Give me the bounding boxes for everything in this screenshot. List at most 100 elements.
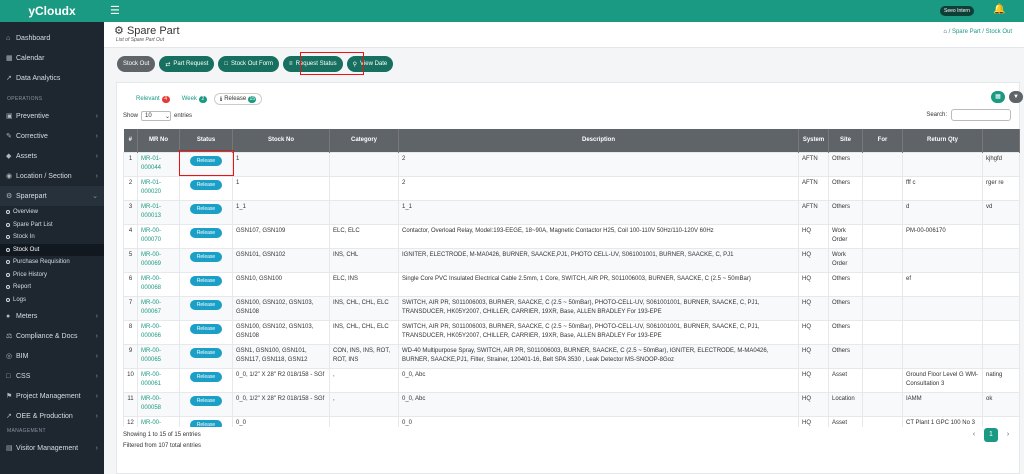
table-row[interactable]: 9 MR-00-000065 Release GSN1, GSN100, GSN101…: [123, 343, 1020, 369]
sidebar-item-visitor-management[interactable]: ▤ Visitor Management ›: [0, 438, 104, 458]
mr-number-link[interactable]: MR-01-000013: [137, 199, 180, 225]
sidebar-item-data-analytics[interactable]: ↗ Data Analytics: [0, 68, 104, 88]
column-header[interactable]: #: [123, 129, 138, 152]
sidebar-item-label: OEE & Production: [16, 412, 73, 420]
mr-number-link[interactable]: MR-00-000065: [137, 343, 180, 369]
release-button[interactable]: Release: [189, 179, 223, 190]
sidebar-item-oee-production[interactable]: ↗ OEE & Production ›: [0, 406, 104, 426]
submenu-item-logs[interactable]: Logs: [0, 294, 104, 307]
submenu-item-overview[interactable]: Overview: [0, 206, 104, 219]
column-header[interactable]: For: [862, 129, 903, 152]
table-row[interactable]: 8 MR-00-000066 Release GSN100, GSN102, GSN1…: [123, 319, 1020, 345]
visitor-management-icon: ▤: [6, 445, 13, 452]
sidebar-item-project-management[interactable]: ⚑ Project Management ›: [0, 386, 104, 406]
sidebar-item-assets[interactable]: ◆ Assets ›: [0, 146, 104, 166]
sidebar-item-dashboard[interactable]: ⌂ Dashboard: [0, 28, 104, 48]
bell-icon[interactable]: 🔔: [993, 4, 1005, 15]
mr-number-link[interactable]: MR-00-000061: [137, 367, 180, 393]
table-cell: [329, 199, 399, 225]
release-button[interactable]: Release: [189, 347, 223, 358]
release-button[interactable]: Release: [189, 323, 223, 334]
column-header[interactable]: System: [798, 129, 829, 152]
page-number[interactable]: 1: [984, 428, 998, 442]
release-button[interactable]: Release: [189, 419, 223, 427]
column-header[interactable]: Description: [398, 129, 799, 152]
column-header[interactable]: [982, 129, 1020, 152]
stock-out-form-button[interactable]: □ Stock Out Form: [218, 56, 280, 72]
table-cell: 10: [123, 367, 138, 393]
column-header[interactable]: Site: [828, 129, 863, 152]
breadcrumb-sparepart[interactable]: Spare Part: [952, 29, 981, 35]
user-badge[interactable]: Seeo Intern: [940, 6, 974, 16]
sidebar-item-sparepart[interactable]: ⚙ Sparepart ⌄: [0, 186, 104, 206]
breadcrumb-stockout[interactable]: Stock Out: [986, 29, 1012, 35]
table-row[interactable]: 10 MR-00-000061 Release 0_0, 1/2" X 28" R2 …: [123, 367, 1020, 393]
next-page-icon[interactable]: ›: [1001, 428, 1015, 442]
search-input[interactable]: [951, 109, 1011, 121]
prev-page-icon[interactable]: ‹: [967, 428, 981, 442]
grid-view-icon[interactable]: ▦: [991, 91, 1005, 103]
hamburger-menu-icon[interactable]: ☰: [110, 4, 120, 17]
mr-number-link[interactable]: MR-00-000068: [137, 271, 180, 297]
submenu-item-spare-part-list[interactable]: Spare Part List: [0, 219, 104, 232]
sidebar-item-location-section[interactable]: ◉ Location / Section ›: [0, 166, 104, 186]
table-row[interactable]: 11 MR-00-000058 Release 0_0, 1/2" X 28" R2 …: [123, 391, 1020, 417]
stock-out-button[interactable]: Stock Out: [117, 56, 156, 72]
release-button[interactable]: Release: [189, 275, 223, 286]
submenu-item-purchase-requisition[interactable]: Purchase Requisition: [0, 256, 104, 269]
release-button[interactable]: Release: [189, 203, 223, 214]
column-header[interactable]: MR No: [137, 129, 180, 152]
mr-number-link[interactable]: MR-01-000044: [137, 151, 180, 177]
release-button[interactable]: Release: [189, 227, 223, 238]
table-cell: GSN100, GSN102, GSN103, GSN108: [232, 295, 330, 321]
mr-number-link[interactable]: MR-00-000066: [137, 319, 180, 345]
sidebar-item-bim[interactable]: ◎ BIM ›: [0, 346, 104, 366]
sidebar-item-compliance-docs[interactable]: ⚖ Compliance & Docs ›: [0, 326, 104, 346]
sidebar-item-calendar[interactable]: ▦ Calendar: [0, 48, 104, 68]
release-button[interactable]: Release: [189, 395, 223, 406]
mr-number-link[interactable]: MR-00-: [137, 415, 180, 427]
submenu-item-stock-out[interactable]: Stock Out: [0, 243, 104, 256]
release-button[interactable]: Release: [189, 299, 223, 310]
table-row[interactable]: 3 MR-01-000013 Release 1_1 1_1 AFTN Others d vd: [123, 199, 1020, 225]
submenu-item-price-history[interactable]: Price History: [0, 269, 104, 282]
sidebar-item-corrective[interactable]: ✎ Corrective ›: [0, 126, 104, 146]
table-cell: INS, CHL, CHL, ELC: [329, 319, 399, 345]
mr-number-link[interactable]: MR-00-000070: [137, 223, 180, 249]
table-row[interactable]: 2 MR-01-000020 Release 1 2 AFTN Others fff c rge…: [123, 175, 1020, 201]
compliance-docs-icon: ⚖: [6, 333, 13, 340]
table-row[interactable]: 4 MR-00-000070 Release GSN107, GSN109 ELC, E…: [123, 223, 1020, 249]
tab-release[interactable]: ℹ Release 15: [213, 93, 263, 105]
table-row[interactable]: 7 MR-00-000067 Release GSN100, GSN102, GSN1…: [123, 295, 1020, 321]
home-icon[interactable]: ⌂: [943, 29, 947, 35]
column-header[interactable]: Category: [329, 129, 399, 152]
status-icon: ≡: [289, 61, 293, 67]
management-label: MANAGEMENT: [7, 428, 46, 434]
mr-number-link[interactable]: MR-00-000058: [137, 391, 180, 417]
mr-number-link[interactable]: MR-00-000067: [137, 295, 180, 321]
table-row[interactable]: 6 MR-00-000068 Release GSN10, GSN100 ELC, IN…: [123, 271, 1020, 297]
part-request-button[interactable]: ⇄ Part Request: [159, 56, 215, 72]
tab-relevant[interactable]: Relevant 4: [131, 93, 175, 105]
column-header[interactable]: Status: [179, 129, 233, 152]
table-cell: GSN1, GSN100, GSN101, GSN117, GSN118, GS…: [232, 343, 330, 369]
sidebar-item-preventive[interactable]: ▣ Preventive ›: [0, 106, 104, 126]
column-header[interactable]: Return Qty: [902, 129, 983, 152]
table-cell: HQ: [798, 247, 829, 273]
mr-number-link[interactable]: MR-01-000020: [137, 175, 180, 201]
column-header[interactable]: Stock No: [232, 129, 330, 152]
sidebar-item-css[interactable]: □ CSS ›: [0, 366, 104, 386]
table-row[interactable]: 12 MR-00- Release 0_0 0_0 HQ Asset CT Plant 1 G…: [123, 415, 1020, 427]
entries-select[interactable]: 10 ⌄: [141, 111, 172, 121]
brand-logo[interactable]: yCloudx: [0, 0, 104, 22]
mr-number-link[interactable]: MR-00-000069: [137, 247, 180, 273]
submenu-item-stock-in[interactable]: Stock In: [0, 231, 104, 244]
submenu-item-report[interactable]: Report: [0, 281, 104, 294]
table-row[interactable]: 1 MR-01-000044 Release 1 2 AFTN Others kjhgfd: [123, 151, 1020, 177]
filter-icon[interactable]: ▼: [1009, 91, 1023, 103]
release-button[interactable]: Release: [189, 251, 223, 262]
sidebar-item-meters[interactable]: ● Meters ›: [0, 306, 104, 326]
release-button[interactable]: Release: [189, 371, 223, 382]
table-row[interactable]: 5 MR-00-000069 Release GSN101, GSN102 INS, C…: [123, 247, 1020, 273]
tab-week[interactable]: Week 2: [177, 93, 212, 105]
